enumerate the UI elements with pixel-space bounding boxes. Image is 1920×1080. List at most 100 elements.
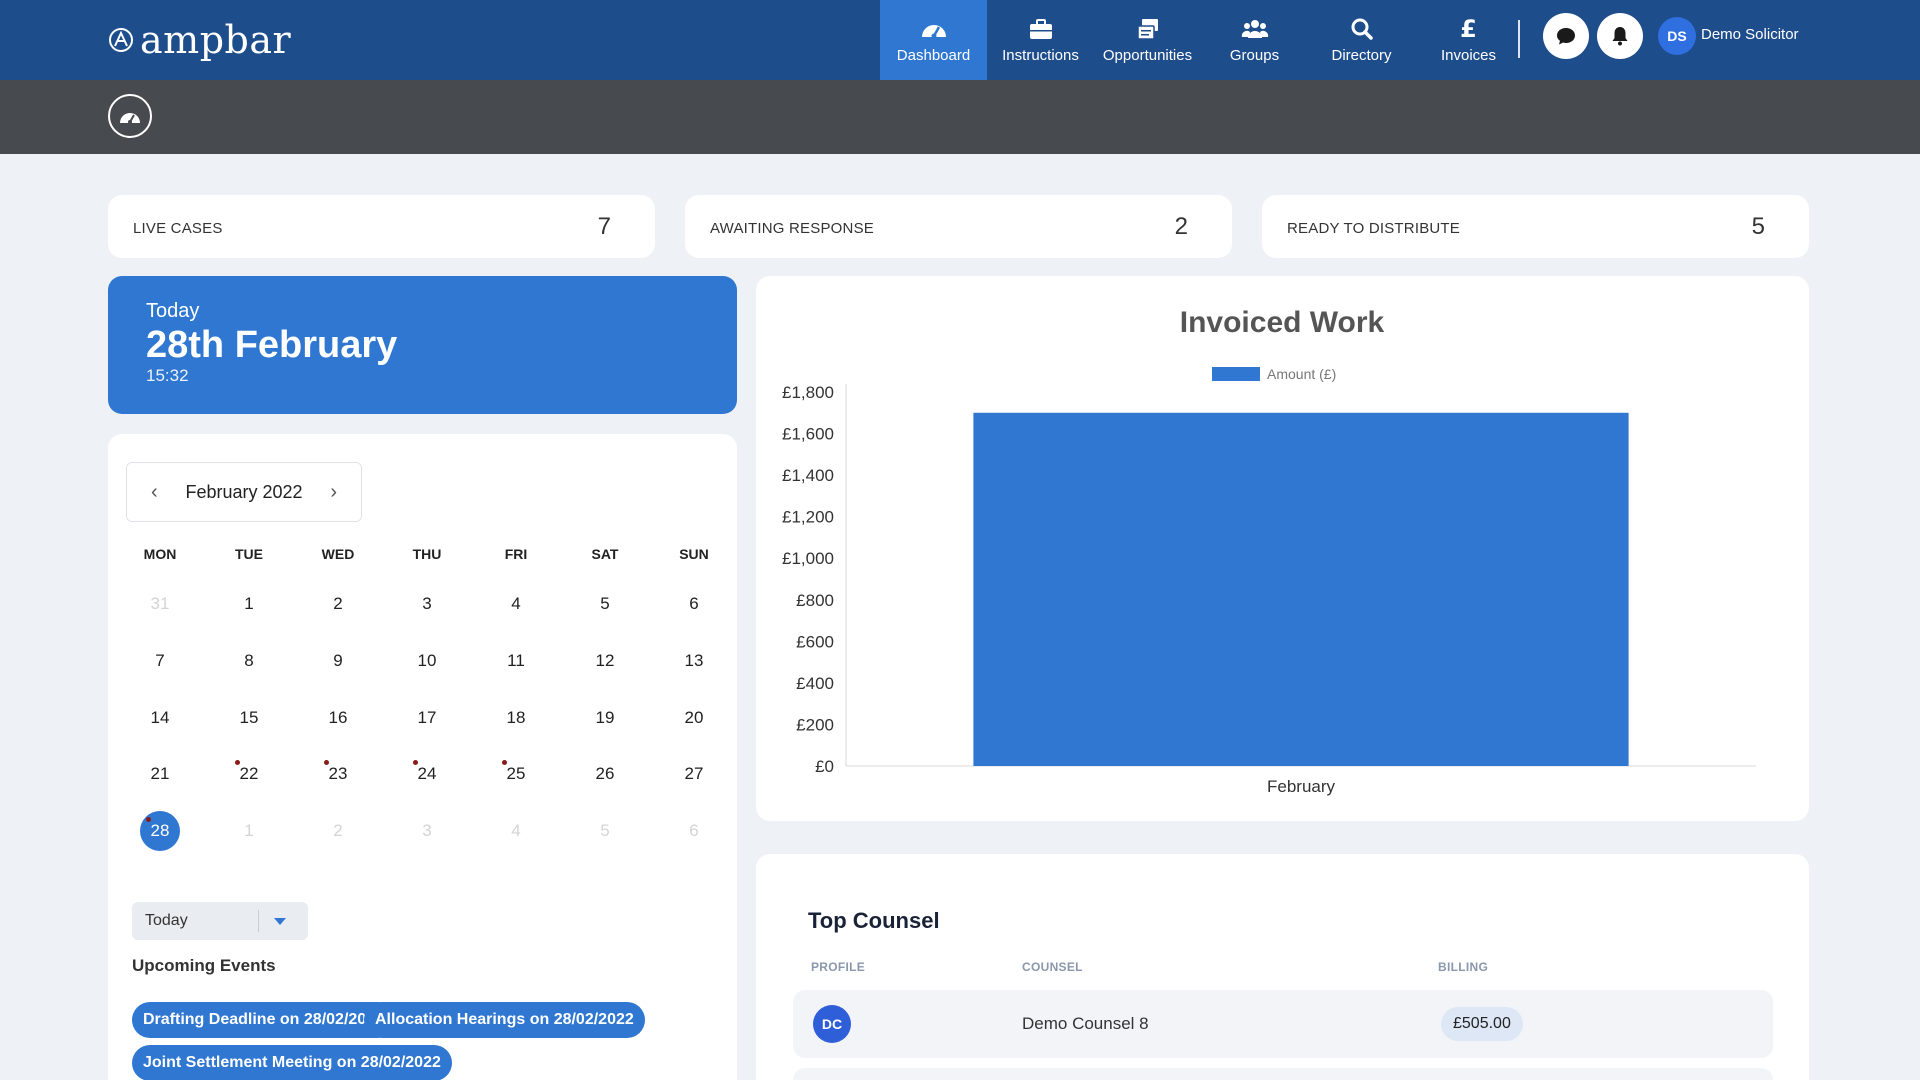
select-divider [258,910,259,932]
calendar-day[interactable]: 21 [140,754,180,794]
nav-invoices[interactable]: £ Invoices [1415,0,1522,80]
nav-instructions[interactable]: Instructions [987,0,1094,80]
calendar-day[interactable]: 6 [674,584,714,624]
calendar-day[interactable]: 31 [140,584,180,624]
stat-label: READY TO DISTRIBUTE [1287,220,1461,237]
bar-february [973,412,1629,766]
y-tick-label: £1,600 [782,425,834,444]
y-tick-label: £400 [796,674,834,693]
chevron-left-icon[interactable]: ‹ [151,481,158,504]
column-header-profile: PROFILE [811,960,866,974]
nav-opportunities-label: Opportunities [1102,46,1193,64]
nav-directory-label: Directory [1331,46,1392,64]
calendar-day[interactable]: 5 [585,811,625,851]
user-avatar[interactable]: DS [1658,17,1696,55]
event-pill[interactable]: Joint Settlement Meeting on 28/02/2022 [132,1045,452,1080]
invoiced-work-chart-panel: Invoiced Work Amount (£) £0 £200 £400 £600 £80… [756,276,1809,821]
stat-card-awaiting-response[interactable]: AWAITING RESPONSE 2 [685,195,1232,258]
calendar-day[interactable]: 15 [229,698,269,738]
weekday-header: MON [143,546,177,562]
y-tick-label: £800 [796,591,834,610]
calendar-day[interactable]: 4 [496,811,536,851]
y-tick-label: £1,800 [782,383,834,402]
table-row[interactable] [793,1068,1773,1080]
messages-button[interactable] [1543,13,1589,59]
month-label: February 2022 [185,481,303,502]
calendar-day[interactable]: 11 [496,641,536,681]
event-pill[interactable]: Drafting Deadline on 28/02/2022 [132,1002,395,1038]
calendar-day[interactable]: 4 [496,584,536,624]
event-range-select[interactable]: Today [132,902,308,940]
legend-label: Amount (£) [1267,366,1336,382]
calendar-day[interactable]: 2 [318,811,358,851]
calendar-day[interactable]: 3 [407,584,447,624]
chevron-right-icon[interactable]: › [330,481,337,504]
calendar-day[interactable]: 13 [674,641,714,681]
month-navigator: ‹ February 2022 › [126,462,362,522]
top-counsel-title: Top Counsel [808,908,940,933]
counsel-avatar: DC [813,1005,851,1043]
calendar-day[interactable]: 17 [407,698,447,738]
notifications-button[interactable] [1597,13,1643,59]
calendar-day[interactable]: 19 [585,698,625,738]
today-date: 28th February [146,324,398,366]
calendar-day[interactable]: 1 [229,811,269,851]
event-dot [502,760,507,765]
calendar-day[interactable]: 10 [407,641,447,681]
nav-opportunities[interactable]: Opportunities [1094,0,1201,80]
nav-dashboard[interactable]: Dashboard [880,0,987,80]
calendar-day[interactable]: 20 [674,698,714,738]
top-counsel-panel: Top Counsel PROFILE COUNSEL BILLING DC D… [756,854,1809,1080]
weekday-header: THU [412,546,442,562]
event-dot [146,817,151,822]
calendar-day[interactable]: 9 [318,641,358,681]
today-label: Today [146,300,200,322]
calendar-day[interactable]: 27 [674,754,714,794]
stat-card-ready-to-distribute[interactable]: READY TO DISTRIBUTE 5 [1262,195,1809,258]
calendar-day[interactable]: 5 [585,584,625,624]
today-card: Today 28th February 15:32 [108,276,737,414]
nav-directory[interactable]: Directory [1308,0,1415,80]
calendar-day[interactable]: 14 [140,698,180,738]
counsel-name: Demo Counsel 8 [1022,1014,1149,1033]
event-range-value: Today [145,912,188,929]
weekday-header: SAT [591,546,619,562]
y-tick-label: £0 [815,757,834,776]
event-dot [324,760,329,765]
calendar-day[interactable]: 16 [318,698,358,738]
calendar-day[interactable]: 8 [229,641,269,681]
ampbar-logo-icon [109,28,133,52]
event-pill[interactable]: Allocation Hearings on 28/02/2022 [364,1002,645,1038]
table-row[interactable]: DC Demo Counsel 8 £505.00 [793,990,1773,1058]
top-navbar: ampbar Dashboard Instructions Opportunit… [0,0,1920,80]
today-time: 15:32 [146,366,189,385]
stat-label: LIVE CASES [133,220,223,237]
stat-value: 5 [1751,213,1765,240]
user-name[interactable]: Demo Solicitor [1701,26,1799,43]
calendar-day[interactable]: 12 [585,641,625,681]
calendar-day[interactable]: 7 [140,641,180,681]
billing-badge: £505.00 [1441,1007,1523,1041]
brand-logo[interactable]: ampbar [108,18,291,62]
dashboard-page-icon [108,94,152,138]
calendar-day[interactable]: 1 [229,584,269,624]
legend-swatch [1212,367,1260,381]
calendar-day[interactable]: 2 [318,584,358,624]
bell-icon [1612,27,1628,46]
y-tick-label: £1,200 [782,508,834,527]
weekday-header: TUE [235,546,263,562]
nav-instructions-label: Instructions [1002,46,1079,64]
nav-groups[interactable]: Groups [1201,0,1308,80]
calendar-day[interactable]: 26 [585,754,625,794]
calendar-day[interactable]: 6 [674,811,714,851]
calendar-day[interactable]: 18 [496,698,536,738]
nav-divider [1518,20,1520,58]
main-nav: Dashboard Instructions Opportunities Gro… [880,0,1522,80]
calendar-day[interactable]: 3 [407,811,447,851]
weekday-header: WED [321,546,355,562]
documents-icon [1136,18,1158,40]
nav-dashboard-label: Dashboard [896,46,971,64]
page-subheader [0,80,1920,154]
weekday-header: FRI [504,546,528,562]
stat-card-live-cases[interactable]: LIVE CASES 7 [108,195,655,258]
